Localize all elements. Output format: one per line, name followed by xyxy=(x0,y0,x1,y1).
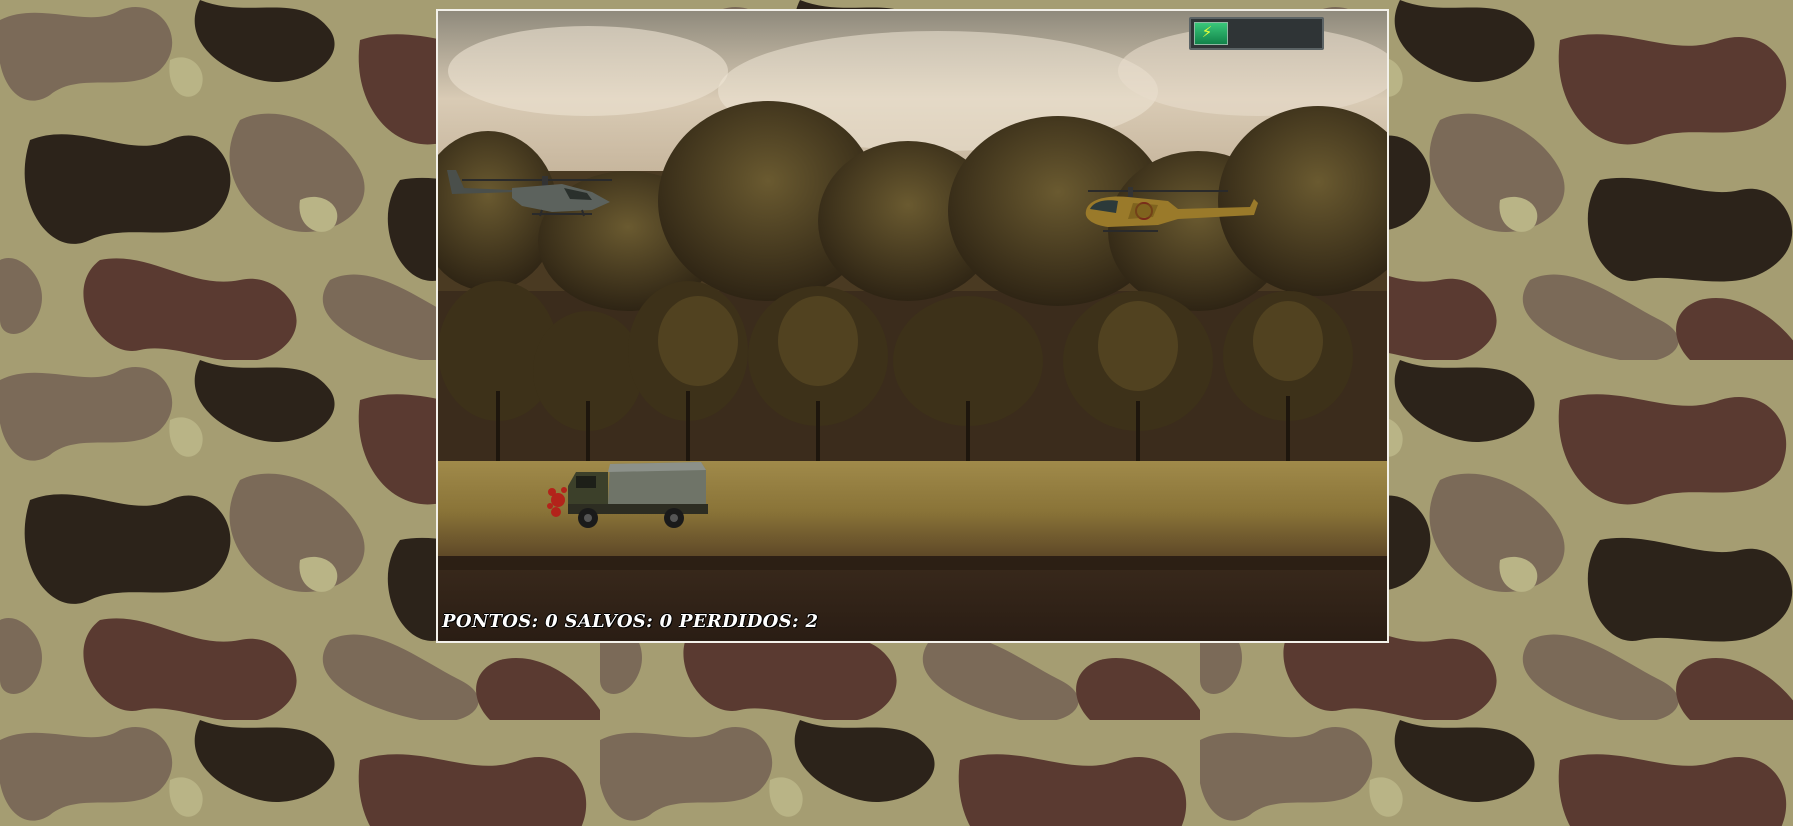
lost-label: PERDIDOS: xyxy=(679,611,799,632)
blood-splatter xyxy=(547,487,567,517)
saved-value: 0 xyxy=(659,611,673,632)
enemy-helicopter[interactable] xyxy=(1078,181,1258,241)
player-helicopter[interactable] xyxy=(442,166,620,226)
saved-label: SALVOS: xyxy=(564,611,654,632)
game-canvas[interactable]: ⚡ PONTOS: 0 SALVOS: 0 PERDIDOS: 2 xyxy=(436,9,1389,643)
lost-value: 2 xyxy=(805,611,819,632)
rescue-truck[interactable] xyxy=(546,456,716,536)
lightning-bolt-icon: ⚡ xyxy=(1201,23,1213,41)
energy-bar: ⚡ xyxy=(1189,17,1324,50)
score-hud: PONTOS: 0 SALVOS: 0 PERDIDOS: 2 xyxy=(442,611,818,632)
points-value: 0 xyxy=(545,611,558,632)
forest-scene xyxy=(438,11,1387,641)
points-label: PONTOS: xyxy=(442,611,539,632)
